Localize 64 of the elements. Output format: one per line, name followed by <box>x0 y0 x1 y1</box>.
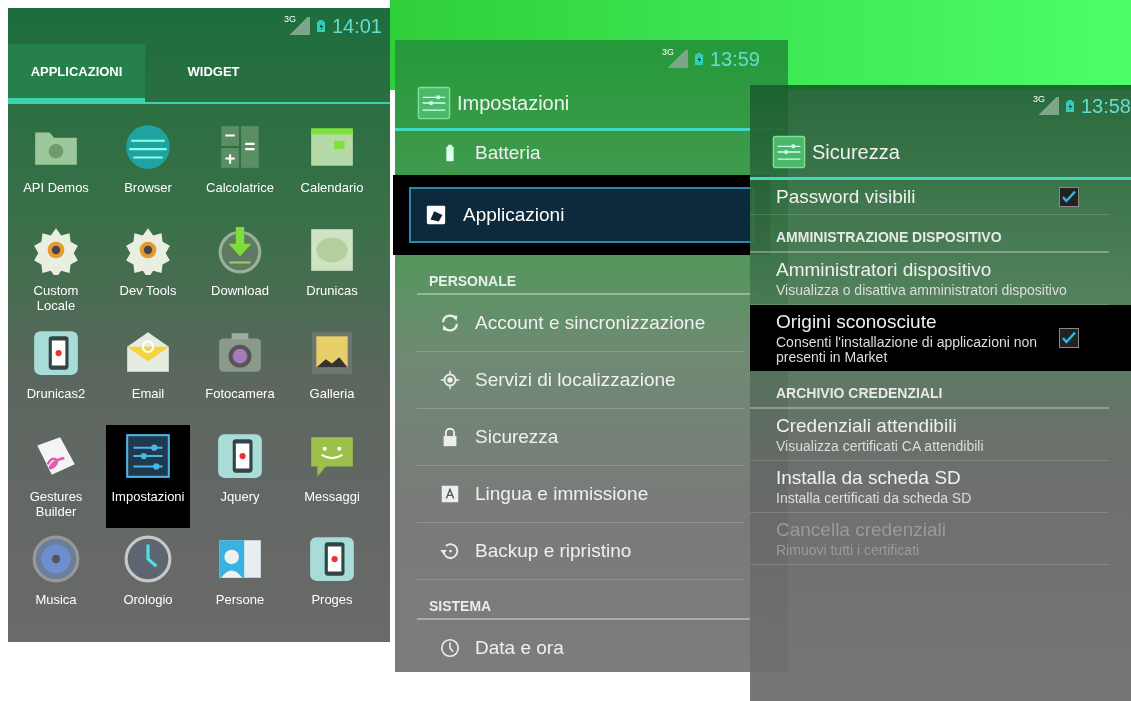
clock-time: 13:58 <box>1080 94 1131 118</box>
app-launcher[interactable]: Galleria <box>290 322 374 425</box>
clock-icon <box>439 637 461 659</box>
phone-icon <box>31 328 81 378</box>
app-launcher[interactable]: Persone <box>198 528 282 631</box>
settings-item[interactable]: Batteria <box>417 131 744 175</box>
app-launcher[interactable]: Browser <box>106 116 190 219</box>
tab[interactable]: APPLICAZIONI <box>8 44 145 102</box>
checkbox[interactable] <box>1059 328 1079 348</box>
app-launcher[interactable]: Messaggi <box>290 425 374 528</box>
settings-item[interactable]: Data e ora <box>417 620 744 677</box>
check-icon <box>1061 330 1077 346</box>
settings-item[interactable]: Lingua e immissione <box>417 466 744 523</box>
network-label: 3G <box>1032 94 1045 104</box>
preference-item[interactable]: Password visibili <box>750 180 1109 215</box>
sliders-icon <box>417 86 451 120</box>
globe-icon <box>123 122 173 172</box>
battery-icon <box>314 17 327 35</box>
app-launcher[interactable]: Musica <box>14 528 98 631</box>
app-launcher[interactable]: Drunicas2 <box>14 322 98 425</box>
app-launcher[interactable]: Gestures Builder <box>14 425 98 528</box>
speaker-icon <box>31 534 81 584</box>
screen-title: Sicurezza <box>812 140 900 164</box>
phone-icon <box>215 431 265 481</box>
sync-icon <box>439 312 461 334</box>
app-launcher[interactable]: Impostazioni <box>106 425 190 528</box>
sliders-icon <box>123 431 173 481</box>
app-launcher[interactable]: Drunicas <box>290 219 374 322</box>
app-launcher[interactable]: Email <box>106 322 190 425</box>
app-launcher[interactable]: Download <box>198 219 282 322</box>
clock-icon <box>123 534 173 584</box>
location-icon <box>439 369 461 391</box>
settings-item[interactable]: Servizi di localizzazione <box>417 352 744 409</box>
app-launcher[interactable]: Orologio <box>106 528 190 631</box>
tab[interactable]: WIDGET <box>145 44 282 102</box>
app-launcher[interactable]: Jquery <box>198 425 282 528</box>
network-label: 3G <box>661 47 674 57</box>
app-launcher[interactable]: Custom Locale <box>14 219 98 322</box>
phone-icon <box>307 534 357 584</box>
app-launcher[interactable]: Calendario <box>290 116 374 219</box>
clock-time: 14:01 <box>331 14 382 38</box>
keyboard-letter-icon <box>439 483 461 505</box>
screen-title: Impostazioni <box>457 91 570 115</box>
preference-item[interactable]: Credenziali attendibili Visualizza certificati CA attendibili <box>750 409 1109 461</box>
check-icon <box>1061 189 1077 205</box>
settings-item[interactable]: Backup e ripristino <box>417 523 744 580</box>
app-launcher[interactable]: API Demos <box>14 116 98 219</box>
app-launcher[interactable]: Dev Tools <box>106 219 190 322</box>
checkbox[interactable] <box>1059 187 1079 207</box>
preference-item[interactable]: Origini sconosciute Consenti l'installazione di applicazioni non presenti in Market <box>750 305 1131 371</box>
battery-icon <box>692 50 705 68</box>
clock-time: 13:59 <box>709 47 760 71</box>
app-launcher[interactable]: Fotocamera <box>198 322 282 425</box>
network-label: 3G <box>283 14 296 24</box>
app-launcher[interactable]: Proges <box>290 528 374 631</box>
section-header: ARCHIVIO CREDENZIALI <box>750 371 1109 409</box>
sliders-icon <box>772 135 806 169</box>
settings-item[interactable]: Account e sincronizzazione <box>417 295 744 352</box>
section-header: AMMINISTRAZIONE DISPOSITIVO <box>750 215 1109 253</box>
battery-icon <box>1063 97 1076 115</box>
settings-item[interactable]: Sicurezza <box>417 409 744 466</box>
restore-icon <box>439 540 461 562</box>
app-launcher[interactable]: Calcolatrice <box>198 116 282 219</box>
preference-item[interactable]: Installa da scheda SD Installa certificati da scheda SD <box>750 461 1109 513</box>
